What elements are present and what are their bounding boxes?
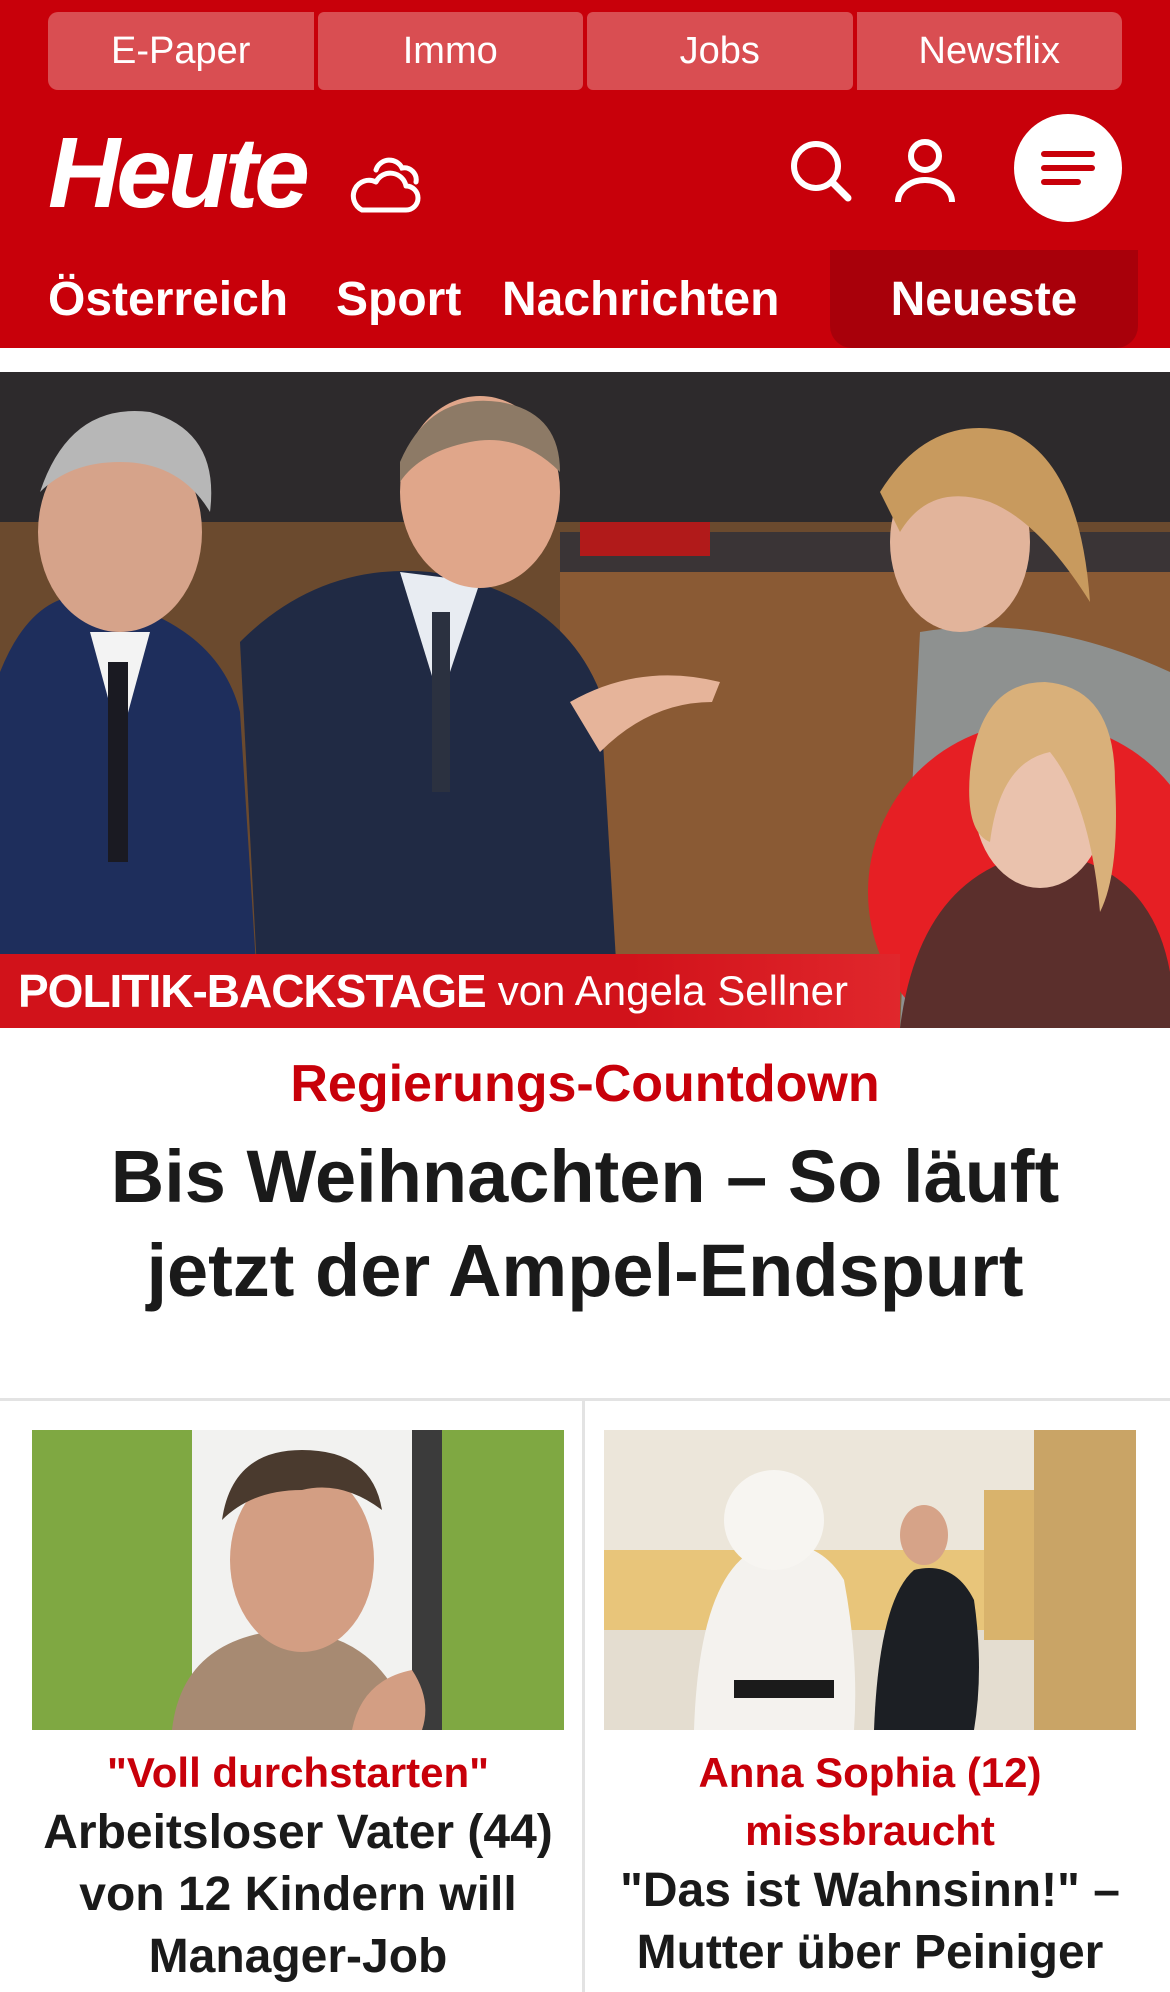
user-icon[interactable]	[890, 136, 960, 206]
menu-icon	[1041, 151, 1095, 185]
divider	[0, 1398, 1170, 1401]
article-kicker: Anna Sophia (12) missbraucht	[698, 1749, 1042, 1854]
politik-backstage-banner: POLITIK-BACKSTAGE von Angela Sellner	[0, 954, 900, 1028]
top-nav-jobs[interactable]: Jobs	[587, 12, 853, 90]
top-nav: E-Paper Immo Jobs Newsflix	[48, 12, 1122, 90]
article-card[interactable]: "Voll durchstarten" Arbeitsloser Vater (…	[32, 1430, 564, 1988]
heute-logo[interactable]: Heute	[48, 118, 310, 228]
hero-kicker[interactable]: Regierungs-Countdown	[0, 1054, 1170, 1114]
hero-image	[0, 372, 1170, 1028]
search-icon[interactable]	[786, 136, 856, 206]
weather-cloud-icon[interactable]	[346, 152, 426, 218]
article-title: Arbeitsloser Vater (44) von 12 Kindern w…	[43, 1806, 553, 1983]
section-oesterreich[interactable]: Österreich	[48, 250, 288, 348]
top-nav-epaper[interactable]: E-Paper	[48, 12, 314, 90]
hero-article[interactable]: POLITIK-BACKSTAGE von Angela Sellner	[0, 372, 1170, 1028]
section-sport[interactable]: Sport	[336, 250, 461, 348]
article-thumbnail	[32, 1430, 564, 1730]
section-neueste[interactable]: Neueste	[830, 250, 1138, 348]
site-header: E-Paper Immo Jobs Newsflix Heute Österre…	[0, 0, 1170, 348]
divider	[582, 1400, 585, 1992]
article-card[interactable]: Anna Sophia (12) missbraucht "Das ist Wa…	[604, 1430, 1136, 1984]
section-nav: Österreich Sport Nachrichten Neueste	[0, 250, 1170, 348]
article-thumbnail	[604, 1430, 1136, 1730]
top-nav-newsflix[interactable]: Newsflix	[856, 12, 1122, 90]
menu-button[interactable]	[1014, 114, 1122, 222]
article-title: "Das ist Wahnsinn!" – Mutter über Peinig…	[620, 1864, 1120, 1979]
banner-author: von Angela Sellner	[497, 967, 848, 1014]
hero-headline[interactable]: Bis Weihnachten – So läuft jetzt der Amp…	[40, 1130, 1130, 1318]
banner-label: POLITIK-BACKSTAGE	[18, 965, 487, 1017]
top-nav-immo[interactable]: Immo	[317, 12, 583, 90]
section-nachrichten[interactable]: Nachrichten	[502, 250, 779, 348]
article-kicker: "Voll durchstarten"	[106, 1749, 490, 1796]
